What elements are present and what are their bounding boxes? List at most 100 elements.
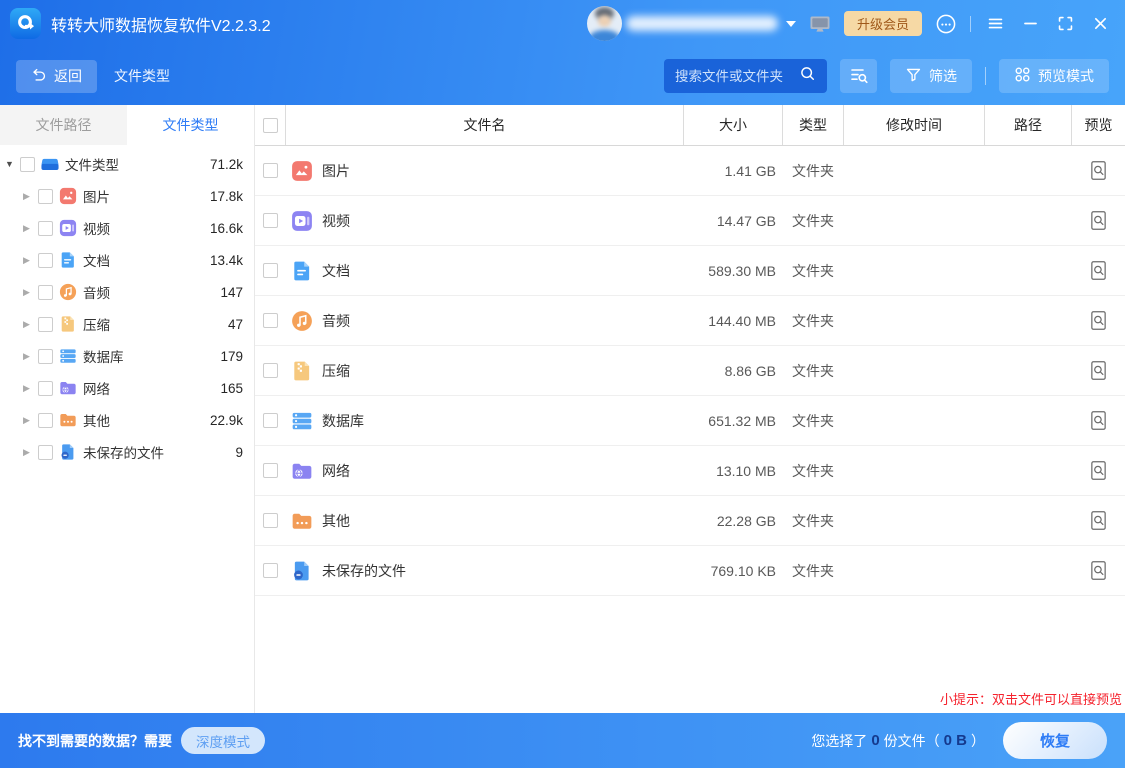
deep-mode-button[interactable]: 深度模式 [181,727,265,754]
table-row[interactable]: 其他 22.28 GB 文件夹 [255,496,1125,546]
tab-file-path[interactable]: 文件路径 [0,105,127,145]
tree-item[interactable]: ▶ 压缩 47 [0,308,254,340]
expand-caret-icon[interactable]: ▶ [23,191,36,202]
preview-file-icon[interactable] [1089,560,1108,581]
expand-caret-icon[interactable]: ▶ [23,351,36,362]
table-row[interactable]: 数据库 651.32 MB 文件夹 [255,396,1125,446]
filter-button[interactable]: 筛选 [890,59,972,93]
monitor-icon[interactable] [809,13,831,35]
file-size: 8.86 GB [684,363,782,379]
preview-file-icon[interactable] [1089,460,1108,481]
filter-button-label: 筛选 [929,66,957,86]
tree-item[interactable]: ▶ 其他 22.9k [0,404,254,436]
tree-item-count: 17.8k [210,189,243,204]
tree-item-checkbox[interactable] [20,157,35,172]
expand-caret-icon[interactable]: ▶ [23,255,36,266]
tree-item-checkbox[interactable] [38,221,53,236]
preview-file-icon[interactable] [1089,410,1108,431]
user-account-menu[interactable] [587,6,796,41]
recover-button[interactable]: 恢复 [1003,722,1107,759]
row-checkbox[interactable] [263,463,278,478]
minimize-icon[interactable] [1019,15,1041,32]
expand-caret-icon[interactable]: ▶ [23,319,36,330]
preview-file-icon[interactable] [1089,260,1108,281]
tree-item-label: 压缩 [83,314,110,334]
file-name: 网络 [322,461,350,481]
tree-item[interactable]: ▼ 文件类型 71.2k [0,148,254,180]
tree-item-checkbox[interactable] [38,381,53,396]
tree-item[interactable]: ▶ 视频 16.6k [0,212,254,244]
breadcrumb: 文件类型 [114,66,170,86]
tree-item-checkbox[interactable] [38,253,53,268]
preview-file-icon[interactable] [1089,510,1108,531]
table-row[interactable]: 压缩 8.86 GB 文件夹 [255,346,1125,396]
search-input[interactable] [675,69,791,84]
search-icon[interactable] [799,65,816,87]
tree-item[interactable]: ▶ 图片 17.8k [0,180,254,212]
upgrade-membership-button[interactable]: 升级会员 [844,11,922,36]
preview-file-icon[interactable] [1089,210,1108,231]
table-row[interactable]: 未保存的文件 769.10 KB 文件夹 [255,546,1125,596]
file-type: 文件夹 [783,161,843,181]
tab-file-type[interactable]: 文件类型 [127,105,254,145]
expand-caret-icon[interactable]: ▶ [23,287,36,298]
tree-item-checkbox[interactable] [38,349,53,364]
advanced-search-button[interactable] [840,59,877,93]
search-box[interactable] [664,59,827,93]
chevron-down-icon[interactable] [786,21,796,27]
row-checkbox[interactable] [263,263,278,278]
row-checkbox[interactable] [263,563,278,578]
tree-item-checkbox[interactable] [38,317,53,332]
row-checkbox[interactable] [263,313,278,328]
expand-caret-icon[interactable]: ▼ [5,159,18,169]
preview-mode-button[interactable]: 预览模式 [999,59,1109,93]
back-button[interactable]: 返回 [16,60,97,93]
row-checkbox[interactable] [263,213,278,228]
table-row[interactable]: 图片 1.41 GB 文件夹 [255,146,1125,196]
close-icon[interactable] [1089,15,1111,32]
selection-suffix: ） [971,731,985,751]
back-button-label: 返回 [54,66,82,86]
tree-item-checkbox[interactable] [38,189,53,204]
select-all-checkbox[interactable] [263,118,278,133]
expand-caret-icon[interactable]: ▶ [23,447,36,458]
preview-file-icon[interactable] [1089,310,1108,331]
table-row[interactable]: 文档 589.30 MB 文件夹 [255,246,1125,296]
file-type: 文件夹 [783,361,843,381]
bottom-bar: 找不到需要的数据？需要 深度模式 您选择了 0 份文件（ 0 B ） 恢复 [0,713,1125,768]
tree-item-label: 音频 [83,282,110,302]
avatar[interactable] [587,6,622,41]
tree-item[interactable]: ▶ 数据库 179 [0,340,254,372]
row-checkbox[interactable] [263,363,278,378]
row-checkbox[interactable] [263,163,278,178]
expand-caret-icon[interactable]: ▶ [23,223,36,234]
preview-file-icon[interactable] [1089,360,1108,381]
table-row[interactable]: 网络 13.10 MB 文件夹 [255,446,1125,496]
preview-file-icon[interactable] [1089,160,1108,181]
grid-view-icon [1014,66,1031,86]
tree-item[interactable]: ▶ 文档 13.4k [0,244,254,276]
titlebar: 转转大师数据恢复软件V2.2.3.2 升级会员 [0,0,1125,47]
table-row[interactable]: 视频 14.47 GB 文件夹 [255,196,1125,246]
tree-item-checkbox[interactable] [38,413,53,428]
unsaved-icon [291,560,313,582]
row-checkbox[interactable] [263,413,278,428]
deep-scan-prompt: 找不到需要的数据？需要 [18,731,172,751]
row-checkbox[interactable] [263,513,278,528]
menu-icon[interactable] [984,15,1006,32]
tree-item-checkbox[interactable] [38,445,53,460]
tree-item-label: 未保存的文件 [83,442,164,462]
tree-item[interactable]: ▶ 网络 165 [0,372,254,404]
selection-prefix: 您选择了 [811,731,867,751]
expand-caret-icon[interactable]: ▶ [23,415,36,426]
tree-item[interactable]: ▶ 音频 147 [0,276,254,308]
expand-caret-icon[interactable]: ▶ [23,383,36,394]
unsaved-icon [59,443,77,461]
database-icon [59,347,77,365]
customer-service-icon[interactable] [935,13,957,35]
tree-item-checkbox[interactable] [38,285,53,300]
maximize-icon[interactable] [1054,15,1076,32]
list-search-icon [849,65,869,88]
tree-item[interactable]: ▶ 未保存的文件 9 [0,436,254,468]
table-row[interactable]: 音频 144.40 MB 文件夹 [255,296,1125,346]
